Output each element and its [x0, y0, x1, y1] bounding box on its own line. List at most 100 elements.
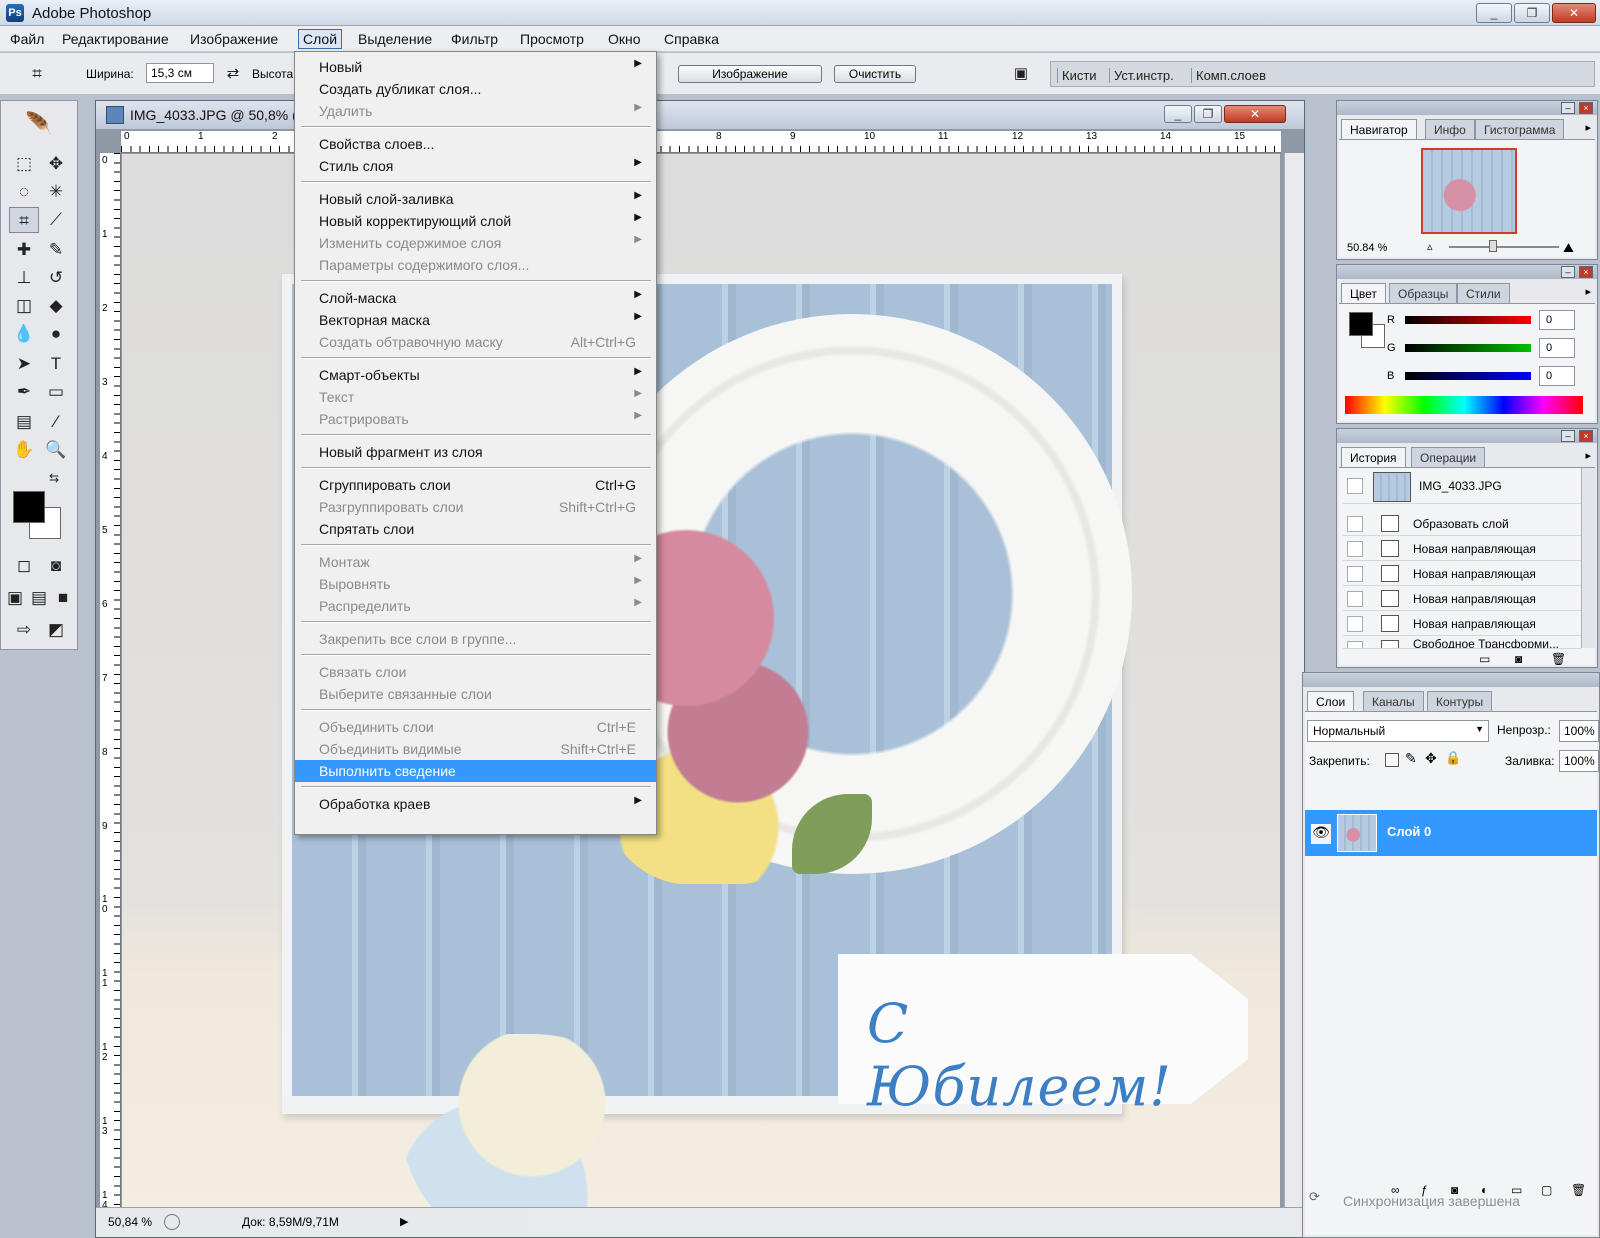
history-checkbox[interactable]	[1347, 591, 1363, 607]
new-document-from-state-icon[interactable]: ▭	[1479, 652, 1490, 666]
vertical-ruler[interactable]: 0 1 2 3 4 5 6 7 8 9 1 0 1 1 1 2 1 3 1 4	[100, 153, 121, 1211]
menu-edit[interactable]: Редактирование	[58, 30, 173, 48]
notes-tool-icon[interactable]: ▤	[9, 409, 39, 435]
lasso-tool-icon[interactable]: ◌	[9, 179, 39, 205]
palette-well-icon[interactable]: ▣	[1006, 61, 1036, 87]
marquee-tool-icon[interactable]: ⬚	[9, 151, 39, 177]
blur-tool-icon[interactable]: 💧	[9, 321, 39, 347]
menu-item-ungroup-layers[interactable]: Разгруппировать слои Shift+Ctrl+G	[295, 496, 656, 518]
palette-minimize-button[interactable]: –	[1561, 266, 1575, 278]
move-tool-icon[interactable]: ✥	[41, 151, 71, 177]
menu-item-layer-style[interactable]: Стиль слоя ▶	[295, 155, 656, 177]
screen-mode-standard-icon[interactable]: ▣	[3, 585, 27, 611]
zoom-slider[interactable]	[1449, 246, 1559, 248]
history-checkbox[interactable]	[1347, 616, 1363, 632]
new-snapshot-icon[interactable]: ◙	[1515, 652, 1522, 666]
well-tab-layer-comps[interactable]: Комп.слоев	[1191, 68, 1266, 83]
zoom-out-icon[interactable]: ▵	[1427, 240, 1433, 253]
menu-item-new[interactable]: Новый ▶	[295, 56, 656, 78]
layer-visibility-eye-icon[interactable]: 👁	[1311, 824, 1331, 844]
tab-channels[interactable]: Каналы	[1363, 691, 1424, 711]
foreground-color-swatch[interactable]	[13, 491, 45, 523]
menu-file[interactable]: Файл	[6, 30, 48, 48]
menu-item-arrange[interactable]: Монтаж ▶	[295, 551, 656, 573]
menu-item-group-layers[interactable]: Сгруппировать слои Ctrl+G	[295, 474, 656, 496]
menu-select[interactable]: Выделение	[354, 30, 436, 48]
opacity-field[interactable]: 100%	[1559, 720, 1599, 742]
lock-transparent-pixels-icon[interactable]	[1385, 753, 1399, 767]
lock-all-icon[interactable]: 🔒	[1445, 750, 1461, 766]
red-value-field[interactable]: 0	[1539, 310, 1575, 330]
history-brush-tool-icon[interactable]: ↺	[41, 265, 71, 291]
menu-item-select-linked-layers[interactable]: Выберите связанные слои	[295, 683, 656, 705]
green-value-field[interactable]: 0	[1539, 338, 1575, 358]
palette-close-button[interactable]: ×	[1579, 102, 1593, 114]
menu-item-delete[interactable]: Удалить ▶	[295, 100, 656, 122]
menu-item-new-layer-based-slice[interactable]: Новый фрагмент из слоя	[295, 441, 656, 463]
history-snapshot[interactable]: IMG_4033.JPG	[1343, 470, 1581, 504]
menu-item-new-fill-layer[interactable]: Новый слой-заливка ▶	[295, 188, 656, 210]
history-brush-source-icon[interactable]	[1347, 478, 1363, 494]
history-scrollbar[interactable]	[1581, 468, 1595, 648]
menu-item-smart-objects[interactable]: Смарт-объекты ▶	[295, 364, 656, 386]
front-image-button[interactable]: Изображение	[678, 65, 822, 83]
green-slider[interactable]	[1405, 344, 1531, 352]
menu-layer[interactable]: Слой	[298, 29, 343, 49]
swap-colors-icon[interactable]: ⇆	[45, 469, 63, 487]
layer-row[interactable]: 👁 Слой 0	[1305, 810, 1597, 856]
palette-close-button[interactable]: ×	[1579, 430, 1593, 442]
history-checkbox[interactable]	[1347, 541, 1363, 557]
palette-menu-icon[interactable]: ▸	[1585, 121, 1591, 134]
brush-tool-icon[interactable]: ✎	[41, 237, 71, 263]
magic-wand-tool-icon[interactable]: ✳	[41, 179, 71, 205]
vertical-scrollbar[interactable]	[1284, 153, 1304, 1209]
history-step[interactable]: Новая направляющая	[1343, 587, 1581, 611]
tab-paths[interactable]: Контуры	[1427, 691, 1493, 711]
menu-item-create-clipping-mask[interactable]: Создать обтравочную маску Alt+Ctrl+G	[295, 331, 656, 353]
add-layer-mask-icon[interactable]: ◙	[1451, 1183, 1458, 1197]
history-step[interactable]: Новая направляющая	[1343, 612, 1581, 636]
imageready-icon[interactable]: ◩	[41, 617, 71, 643]
blue-value-field[interactable]: 0	[1539, 366, 1575, 386]
lock-position-icon[interactable]: ✥	[1425, 750, 1437, 767]
zoom-slider-thumb[interactable]	[1489, 240, 1497, 252]
menu-item-duplicate-layer[interactable]: Создать дубликат слоя...	[295, 78, 656, 100]
quick-mask-mode-icon[interactable]: ◙	[41, 553, 71, 579]
blend-mode-select[interactable]: Нормальный ▼	[1307, 720, 1489, 742]
palette-close-button[interactable]: ×	[1579, 266, 1593, 278]
menu-item-new-adjustment-layer[interactable]: Новый корректирующий слой ▶	[295, 210, 656, 232]
crop-tool-icon[interactable]: ⌗	[9, 207, 39, 233]
new-layer-icon[interactable]: ▢	[1541, 1183, 1552, 1197]
status-zoom[interactable]: 50,84 %	[108, 1215, 152, 1229]
width-field[interactable]: 15,3 см	[146, 63, 214, 83]
color-foreground-swatch[interactable]	[1349, 312, 1373, 336]
tab-history[interactable]: История	[1341, 447, 1406, 467]
history-checkbox[interactable]	[1347, 516, 1363, 532]
status-menu-arrow-icon[interactable]: ▶	[400, 1215, 408, 1228]
tab-actions[interactable]: Операции	[1411, 447, 1486, 467]
menu-item-type[interactable]: Текст ▶	[295, 386, 656, 408]
close-button[interactable]: ✕	[1552, 3, 1596, 23]
tab-info[interactable]: Инфо	[1425, 119, 1475, 139]
menu-item-flatten-image[interactable]: Выполнить сведение	[295, 760, 656, 782]
rectangle-tool-icon[interactable]: ▭	[41, 379, 71, 405]
minimize-button[interactable]: _	[1476, 3, 1512, 23]
menu-item-align[interactable]: Выровнять ▶	[295, 573, 656, 595]
crop-tool-preset-icon[interactable]: ⌗	[22, 61, 52, 87]
menu-image[interactable]: Изображение	[186, 30, 282, 48]
link-layers-icon[interactable]: ∞	[1391, 1183, 1400, 1197]
doc-maximize-button[interactable]: ❐	[1194, 105, 1222, 123]
palette-minimize-button[interactable]: –	[1561, 102, 1575, 114]
menu-view[interactable]: Просмотр	[516, 30, 588, 48]
menu-item-merge-visible[interactable]: Объединить видимые Shift+Ctrl+E	[295, 738, 656, 760]
palette-menu-icon[interactable]: ▸	[1585, 285, 1591, 298]
jump-to-imageready-icon[interactable]: ⇨	[9, 617, 39, 643]
fill-field[interactable]: 100%	[1559, 750, 1599, 772]
dodge-tool-icon[interactable]: ●	[41, 321, 71, 347]
well-tab-brushes[interactable]: Кисти	[1057, 68, 1097, 83]
history-step[interactable]: Образовать слой	[1343, 512, 1581, 536]
menu-item-distribute[interactable]: Распределить ▶	[295, 595, 656, 617]
palette-menu-icon[interactable]: ▸	[1585, 449, 1591, 462]
menu-item-layer-properties[interactable]: Свойства слоев...	[295, 133, 656, 155]
doc-minimize-button[interactable]: _	[1164, 105, 1192, 123]
